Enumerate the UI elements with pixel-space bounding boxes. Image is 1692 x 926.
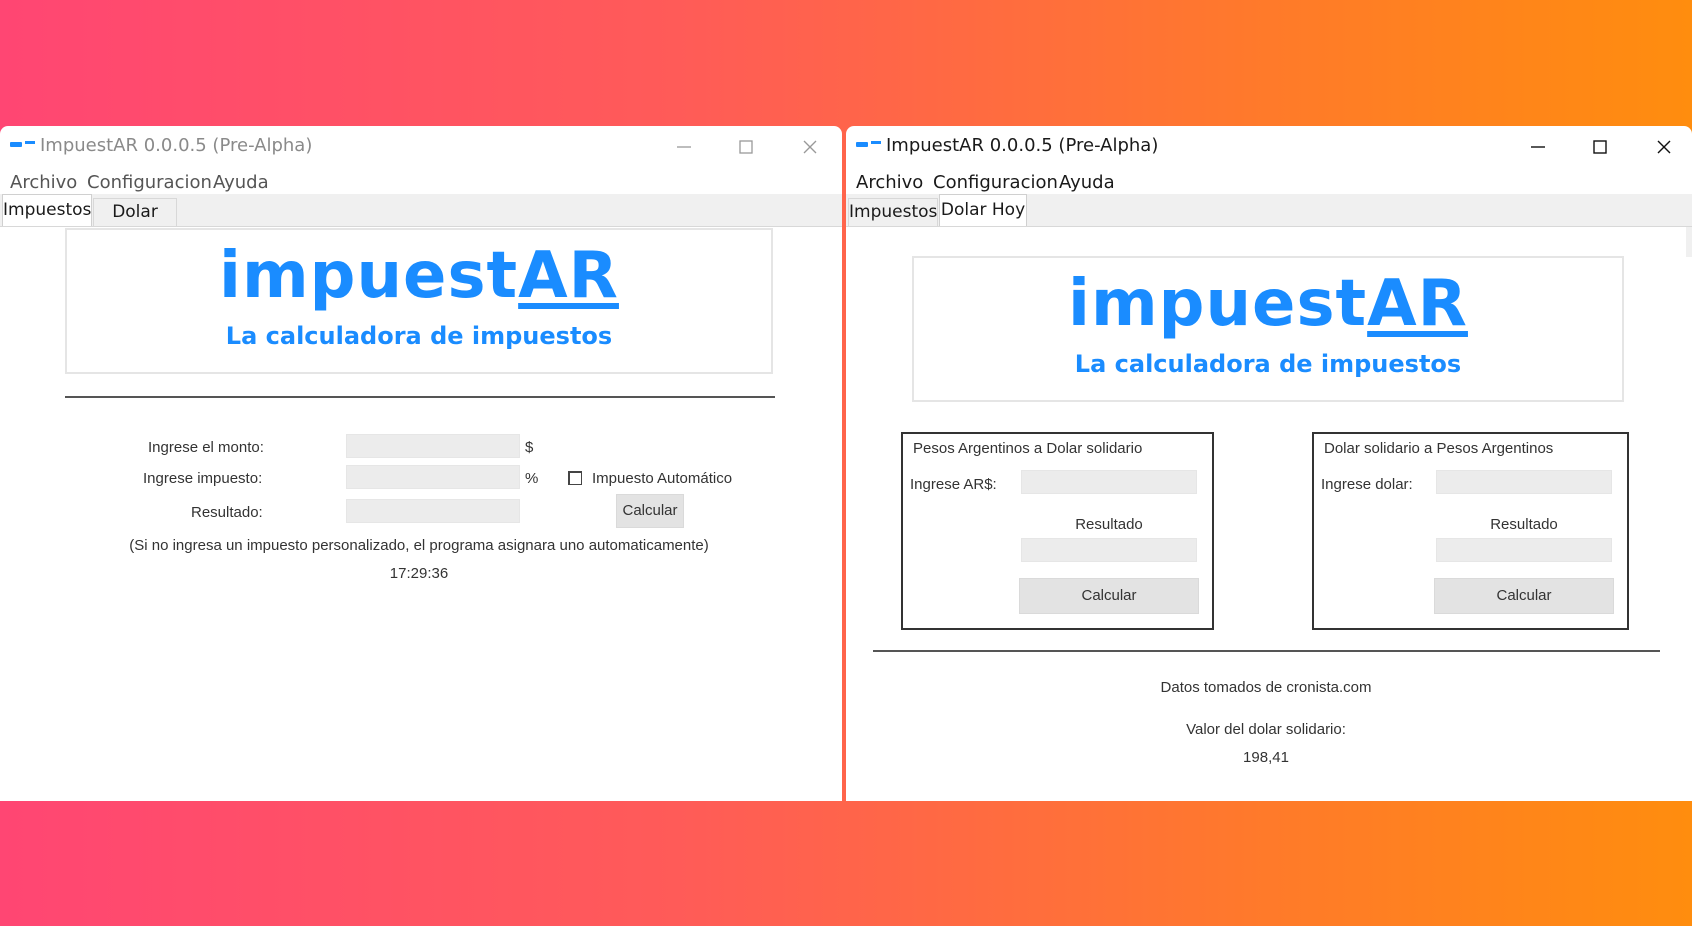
- tab-strip: Impuestos Dolar Hoy: [0, 194, 842, 248]
- menu-configuracion[interactable]: Configuracion: [933, 172, 1058, 193]
- converter-title: Pesos Argentinos a Dolar solidario: [913, 440, 1143, 457]
- logo-banner: impuestAR La calculadora de impuestos: [65, 228, 773, 374]
- menu-archivo[interactable]: Archivo: [856, 172, 923, 193]
- dolar-input[interactable]: [1436, 470, 1612, 494]
- tab-impuestos[interactable]: Impuestos: [848, 198, 938, 226]
- tab-dolar-hoy[interactable]: Dolar Hoy: [93, 198, 177, 248]
- tab-dolar-hoy[interactable]: Dolar Hoy: [939, 194, 1027, 226]
- maximize-icon: [1593, 140, 1607, 154]
- input-label: Ingrese dolar:: [1321, 476, 1413, 493]
- menu-configuracion[interactable]: Configuracion: [87, 172, 212, 193]
- minimize-icon: [1531, 146, 1545, 148]
- impuesto-unit: %: [525, 470, 539, 487]
- dolar-hoy-window: ImpuestAR 0.0.0.5 (Pre-Alpha) Archivo Co…: [846, 126, 1692, 801]
- logo-subtitle: La calculadora de impuestos: [225, 322, 613, 350]
- rate-value: 198,41: [1243, 749, 1289, 766]
- logo-banner: impuestAR La calculadora de impuestos: [912, 256, 1624, 402]
- result-label: Resultado: [1490, 516, 1558, 533]
- tab-strip: Impuestos Dolar Hoy: [846, 194, 1692, 227]
- title-bar[interactable]: ImpuestAR 0.0.0.5 (Pre-Alpha): [0, 126, 842, 166]
- calcular-button[interactable]: Calcular: [1434, 578, 1614, 614]
- result-field: [1021, 538, 1197, 562]
- ars-input[interactable]: [1021, 470, 1197, 494]
- result-field: [1436, 538, 1612, 562]
- close-icon: [1657, 140, 1671, 154]
- minimize-button[interactable]: [1506, 126, 1570, 166]
- close-button[interactable]: [778, 126, 842, 166]
- checkbox-icon[interactable]: [568, 471, 582, 485]
- impuesto-input[interactable]: [346, 465, 520, 489]
- maximize-icon: [739, 140, 753, 154]
- app-icon: [10, 140, 36, 150]
- divider: [873, 650, 1660, 652]
- menu-ayuda[interactable]: Ayuda: [213, 172, 269, 193]
- maximize-button[interactable]: [714, 126, 778, 166]
- window-title: ImpuestAR 0.0.0.5 (Pre-Alpha): [40, 135, 313, 156]
- note-text: (Si no ingresa un impuesto personalizado…: [129, 537, 709, 554]
- calcular-button[interactable]: Calcular: [616, 494, 684, 528]
- logo-subtitle: La calculadora de impuestos: [1074, 350, 1462, 378]
- divider: [65, 396, 775, 398]
- logo-title: impuestAR: [1068, 267, 1468, 341]
- maximize-button[interactable]: [1568, 126, 1632, 166]
- tab-impuestos[interactable]: Impuestos: [2, 194, 92, 226]
- monto-unit: $: [525, 439, 534, 456]
- minimize-button[interactable]: [652, 126, 716, 166]
- source-text: Datos tomados de cronista.com: [1160, 679, 1372, 696]
- rate-label: Valor del dolar solidario:: [1186, 721, 1346, 738]
- minimize-icon: [677, 146, 691, 148]
- resultado-field: [346, 499, 520, 523]
- scrollbar[interactable]: [1686, 227, 1692, 257]
- impuesto-label: Ingrese impuesto:: [143, 470, 263, 487]
- converter-title: Dolar solidario a Pesos Argentinos: [1324, 440, 1554, 457]
- menu-ayuda[interactable]: Ayuda: [1059, 172, 1115, 193]
- result-label: Resultado: [1075, 516, 1143, 533]
- menu-archivo[interactable]: Archivo: [10, 172, 77, 193]
- logo-title: impuestAR: [219, 239, 619, 313]
- calcular-button[interactable]: Calcular: [1019, 578, 1199, 614]
- close-icon: [803, 140, 817, 154]
- impuestos-window: ImpuestAR 0.0.0.5 (Pre-Alpha) Archivo Co…: [0, 126, 842, 801]
- auto-checkbox-label[interactable]: Impuesto Automático: [592, 470, 732, 487]
- title-bar[interactable]: ImpuestAR 0.0.0.5 (Pre-Alpha): [846, 126, 1692, 166]
- converter-usd-to-ars: Dolar solidario a Pesos Argentinos Ingre…: [1312, 432, 1629, 630]
- window-title: ImpuestAR 0.0.0.5 (Pre-Alpha): [886, 135, 1159, 156]
- converter-ars-to-usd: Pesos Argentinos a Dolar solidario Ingre…: [901, 432, 1214, 630]
- app-icon: [856, 140, 882, 150]
- input-label: Ingrese AR$:: [910, 476, 997, 493]
- monto-label: Ingrese el monto:: [148, 439, 264, 456]
- close-button[interactable]: [1632, 126, 1692, 166]
- clock-text: 17:29:36: [389, 565, 449, 582]
- resultado-label: Resultado:: [191, 504, 263, 521]
- monto-input[interactable]: [346, 434, 520, 458]
